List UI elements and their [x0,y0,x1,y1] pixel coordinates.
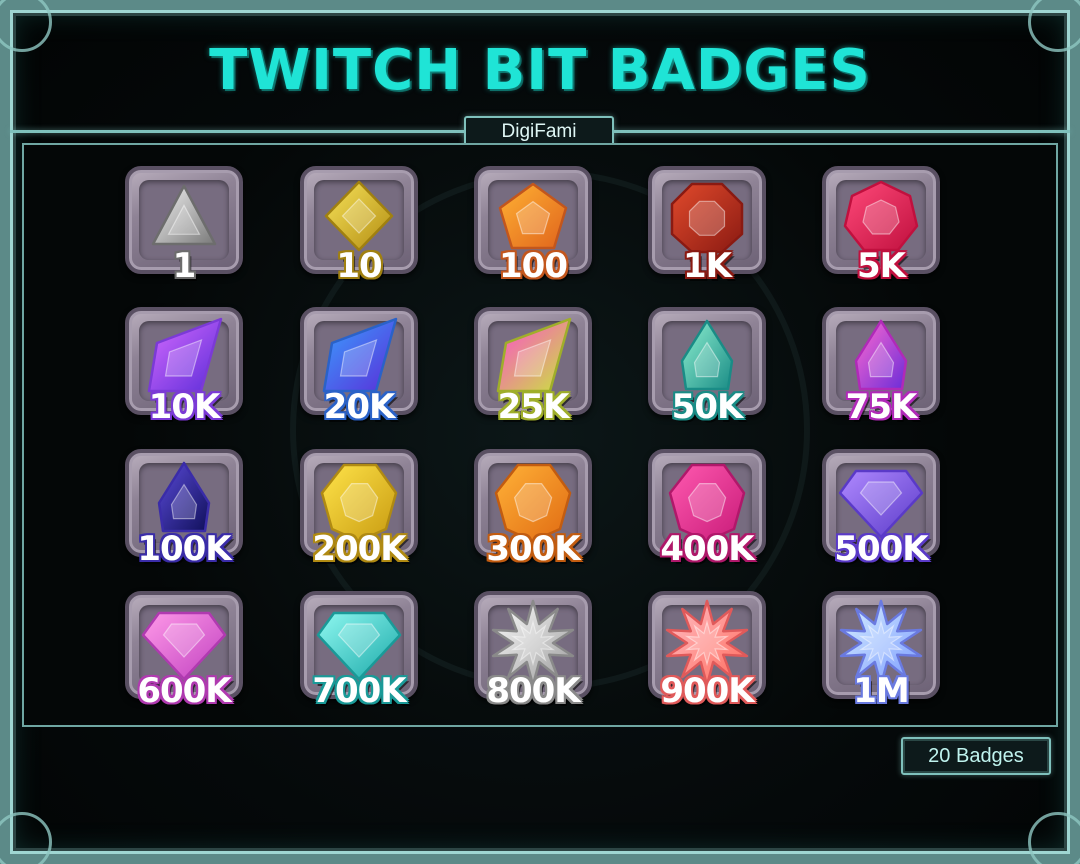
badge-item: 400K [648,449,766,569]
badge-item: 20K [300,307,418,427]
badge-value-label: 500K [834,529,928,569]
page-title: TWITCH BIT BADGES [209,38,871,103]
badge-item: 600K [125,591,243,711]
badge-item: 200K [300,449,418,569]
badge-item: 10 [300,166,418,286]
badge-item: 300K [474,449,592,569]
badge-item: 75K [822,307,940,427]
badge-count-label: 20 Badges [901,737,1051,775]
badge-item: 900K [648,591,766,711]
badge-value-label: 25K [497,387,570,427]
badge-value-label: 75K [845,387,918,427]
badge-value-label: 5K [856,246,906,286]
badge-value-label: 200K [312,529,406,569]
badge-item: 500K [822,449,940,569]
badge-value-label: 100 [499,246,568,286]
corner-ornament [1028,812,1080,864]
badge-value-label: 50K [671,387,744,427]
badge-item: 1 [125,166,243,286]
badge-value-label: 10 [336,246,382,286]
badge-item: 1K [648,166,766,286]
badge-item: 700K [300,591,418,711]
badge-value-label: 1M [853,671,910,711]
badge-item: 800K [474,591,592,711]
badge-item: 25K [474,307,592,427]
corner-ornament [0,812,52,864]
badge-value-label: 1K [682,246,732,286]
gem-facet [688,200,726,236]
badge-value-label: 10K [148,387,221,427]
badge-value-label: 1 [172,246,197,286]
badge-item: 5K [822,166,940,286]
badge-value-label: 600K [137,671,231,711]
badge-value-label: 900K [660,671,754,711]
badge-item: 10K [125,307,243,427]
badge-value-label: 300K [486,529,580,569]
badge-item: 100 [474,166,592,286]
badge-value-label: 400K [660,529,754,569]
badge-item: 1M [822,591,940,711]
badge-value-label: 100K [137,529,231,569]
badge-value-label: 800K [486,671,580,711]
badge-value-label: 20K [323,387,396,427]
badge-item: 100K [125,449,243,569]
badge-item: 50K [648,307,766,427]
badge-value-label: 700K [312,671,406,711]
